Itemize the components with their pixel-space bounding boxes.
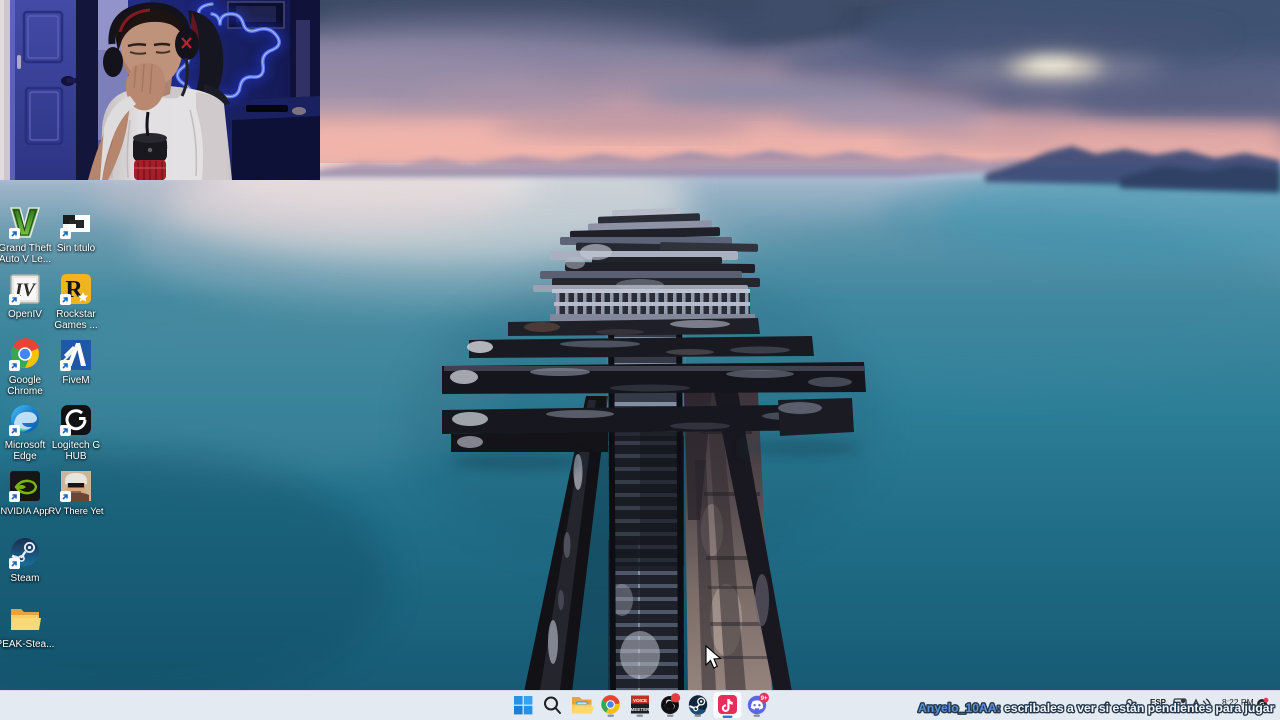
svg-text:9+: 9+ — [761, 696, 768, 702]
svg-text:MEETER: MEETER — [631, 707, 651, 712]
svg-text:Anyelo_10AA: escribales a ver: Anyelo_10AA: escribales a ver si están p… — [918, 701, 1275, 715]
svg-text:VOICE: VOICE — [633, 698, 647, 703]
